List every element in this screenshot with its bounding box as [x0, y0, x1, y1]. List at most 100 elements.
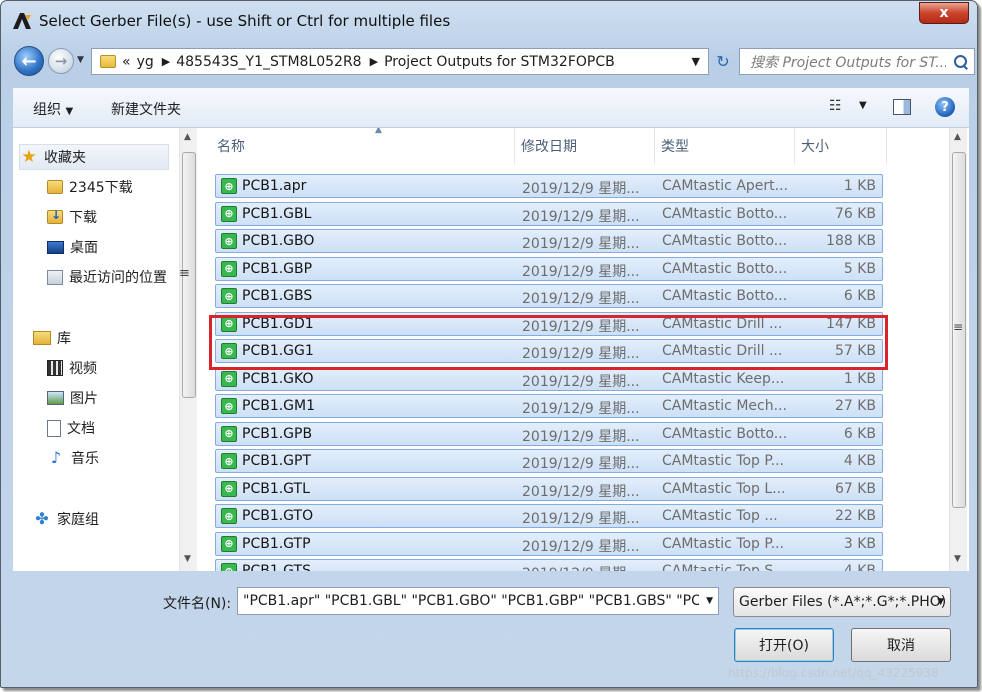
- breadcrumb-separator-icon[interactable]: ▶: [162, 55, 170, 68]
- file-row[interactable]: ⊕ PCB1.GM1 2019/12/9 星期... CAMtastic Mech..…: [215, 394, 883, 418]
- file-name: PCB1.GBO: [242, 233, 315, 249]
- file-row[interactable]: ⊕ PCB1.GBS 2019/12/9 星期... CAMtastic Botto.…: [215, 284, 883, 308]
- file-row[interactable]: ⊕ PCB1.GBP 2019/12/9 星期... CAMtastic Botto.…: [215, 256, 883, 281]
- forward-button[interactable]: →: [48, 48, 74, 74]
- scroll-down-icon[interactable]: ▼: [954, 554, 961, 564]
- sidebar-item-music[interactable]: ♪ 音乐: [47, 445, 179, 471]
- sidebar-item-desktop[interactable]: 桌面: [47, 234, 179, 260]
- sidebar-item-label: 下载: [69, 210, 97, 226]
- new-folder-button[interactable]: 新建文件夹: [111, 99, 181, 119]
- file-row[interactable]: ⊕ PCB1.GPB 2019/12/9 星期... CAMtastic Botto.…: [215, 421, 883, 446]
- file-modified-date: 2019/12/9 星期...: [522, 181, 640, 197]
- navigation-pane-scrollbar[interactable]: ▲ ≡ ▼: [179, 128, 197, 571]
- file-type: CAMtastic Top S...: [662, 563, 787, 571]
- scroll-down-icon[interactable]: ▼: [184, 554, 191, 564]
- pane-resize-grip-icon[interactable]: ≡: [179, 266, 190, 281]
- address-bar[interactable]: « yg ▶ 485543S_Y1_STM8L052R8 ▶ Project O…: [91, 48, 709, 75]
- file-row[interactable]: ⊕ PCB1.GKO 2019/12/9 星期... CAMtastic Keep..…: [215, 366, 883, 391]
- back-button[interactable]: ←: [14, 46, 44, 76]
- breadcrumb-project[interactable]: 485543S_Y1_STM8L052R8: [176, 54, 361, 70]
- view-dropdown-icon[interactable]: ▼: [859, 100, 867, 111]
- column-header-date[interactable]: 修改日期: [515, 128, 655, 164]
- sidebar-item-favorites[interactable]: ★ 收藏夹: [19, 144, 169, 170]
- column-header-label: 修改日期: [521, 139, 577, 155]
- search-box[interactable]: 搜索 Project Outputs for ST...: [739, 48, 975, 75]
- sidebar-item-label: 文档: [67, 421, 95, 437]
- file-row[interactable]: ⊕ PCB1.GTL 2019/12/9 星期... CAMtastic Top L.…: [215, 476, 883, 501]
- filename-field[interactable]: "PCB1.apr" "PCB1.GBL" "PCB1.GBO" "PCB1.G…: [237, 587, 719, 615]
- filename-input[interactable]: "PCB1.apr" "PCB1.GBL" "PCB1.GBO" "PCB1.G…: [243, 593, 699, 609]
- sidebar-item-recent-places[interactable]: 最近访问的位置: [47, 264, 179, 290]
- gerber-file-icon: ⊕: [221, 453, 237, 469]
- title-bar[interactable]: Select Gerber File(s) - use Shift or Ctr…: [9, 2, 969, 35]
- file-type: CAMtastic Botto...: [662, 260, 788, 277]
- breadcrumb-separator-icon[interactable]: ▶: [370, 55, 378, 68]
- file-type: CAMtastic Botto...: [662, 233, 788, 249]
- homegroup-icon: ✤: [35, 509, 49, 528]
- sidebar-item-homegroup[interactable]: ✤ 家庭组: [33, 506, 179, 532]
- file-list-scrollbar[interactable]: ▲ ≡ ▼: [949, 128, 967, 571]
- file-open-dialog: Select Gerber File(s) - use Shift or Ctr…: [0, 0, 982, 692]
- scroll-up-icon[interactable]: ▲: [954, 132, 961, 142]
- picture-icon: [47, 391, 64, 405]
- search-input[interactable]: 搜索 Project Outputs for ST...: [750, 52, 946, 72]
- sidebar-item-label: 桌面: [70, 240, 98, 256]
- file-row[interactable]: ⊕ PCB1.GTP 2019/12/9 星期... CAMtastic Top P.…: [215, 531, 883, 556]
- file-type: CAMtastic Keep...: [662, 370, 785, 387]
- sidebar-item-downloads[interactable]: 下载: [47, 204, 179, 230]
- refresh-icon: ↻: [716, 52, 730, 71]
- sidebar-item-label: 音乐: [71, 451, 99, 467]
- view-options-icon[interactable]: ☷: [829, 98, 849, 116]
- file-type-filter[interactable]: Gerber Files (*.A*;*.G*;*.PHO) ▼: [733, 587, 951, 617]
- file-row[interactable]: ⊕ PCB1.GTO 2019/12/9 星期... CAMtastic Top ..…: [215, 504, 883, 528]
- file-row[interactable]: ⊕ PCB1.GTS 2019/12/9 星期... CAMtastic Top S.…: [215, 559, 883, 571]
- sidebar-item-pictures[interactable]: 图片: [47, 385, 179, 411]
- gerber-file-icon: ⊕: [221, 563, 237, 571]
- gerber-file-icon: ⊕: [221, 370, 237, 387]
- cancel-button[interactable]: 取消: [851, 628, 951, 662]
- column-header-name[interactable]: ▲ 名称: [215, 128, 515, 164]
- breadcrumb-current-folder[interactable]: Project Outputs for STM32FOPCB: [384, 54, 615, 70]
- search-icon[interactable]: [954, 54, 968, 69]
- scroll-up-icon[interactable]: ▲: [184, 132, 191, 142]
- file-name: PCB1.GTS: [242, 563, 311, 571]
- file-row[interactable]: ⊕ PCB1.GPT 2019/12/9 星期... CAMtastic Top P.…: [215, 449, 883, 473]
- file-modified-date: 2019/12/9 星期...: [522, 373, 640, 390]
- sidebar-item-documents[interactable]: 文档: [47, 415, 179, 441]
- sidebar-item-videos[interactable]: 视频: [47, 355, 179, 381]
- breadcrumb-yg[interactable]: yg: [137, 54, 154, 70]
- file-type: CAMtastic Botto...: [662, 425, 788, 442]
- folder-icon: [47, 180, 63, 194]
- organize-menu-button[interactable]: 组织 ▼: [33, 99, 73, 119]
- preview-pane-icon[interactable]: [893, 99, 911, 115]
- sidebar-item-2345-downloads[interactable]: 2345下载: [47, 174, 179, 200]
- column-header-type[interactable]: 类型: [655, 128, 795, 164]
- breadcrumb-overflow[interactable]: «: [122, 54, 131, 70]
- file-row[interactable]: ⊕ PCB1.GBO 2019/12/9 星期... CAMtastic Botto.…: [215, 229, 883, 253]
- file-name: PCB1.GTP: [242, 535, 311, 552]
- file-row[interactable]: ⊕ PCB1.GBL 2019/12/9 星期... CAMtastic Botto.…: [215, 201, 883, 226]
- library-icon: [33, 331, 51, 345]
- file-size: 3 KB: [843, 535, 876, 552]
- open-button[interactable]: 打开(O): [734, 628, 834, 662]
- sidebar-item-label: 库: [57, 331, 71, 347]
- arrow-right-icon: →: [54, 52, 68, 70]
- file-modified-date: 2019/12/9 星期...: [522, 563, 640, 571]
- close-button[interactable]: x: [919, 2, 969, 24]
- sidebar-item-label: 视频: [69, 361, 97, 377]
- sidebar-item-libraries[interactable]: 库: [33, 325, 179, 351]
- file-modified-date: 2019/12/9 星期...: [522, 538, 640, 555]
- sidebar-item-label: 家庭组: [57, 512, 99, 528]
- file-name: PCB1.GKO: [242, 370, 314, 387]
- refresh-button[interactable]: ↻: [711, 48, 735, 75]
- column-header-size[interactable]: 大小: [795, 128, 887, 164]
- filename-dropdown-icon[interactable]: ▼: [706, 596, 713, 606]
- file-modified-date: 2019/12/9 星期...: [522, 263, 640, 280]
- history-dropdown-icon[interactable]: ▼: [77, 55, 84, 65]
- help-icon[interactable]: ?: [935, 97, 955, 117]
- file-modified-date: 2019/12/9 星期...: [522, 291, 640, 307]
- file-size: 67 KB: [834, 480, 876, 497]
- address-dropdown-icon[interactable]: ▼: [692, 55, 700, 68]
- chevron-down-icon: ▼: [65, 106, 74, 117]
- file-row[interactable]: ⊕ PCB1.apr 2019/12/9 星期... CAMtastic Apert.…: [215, 174, 883, 198]
